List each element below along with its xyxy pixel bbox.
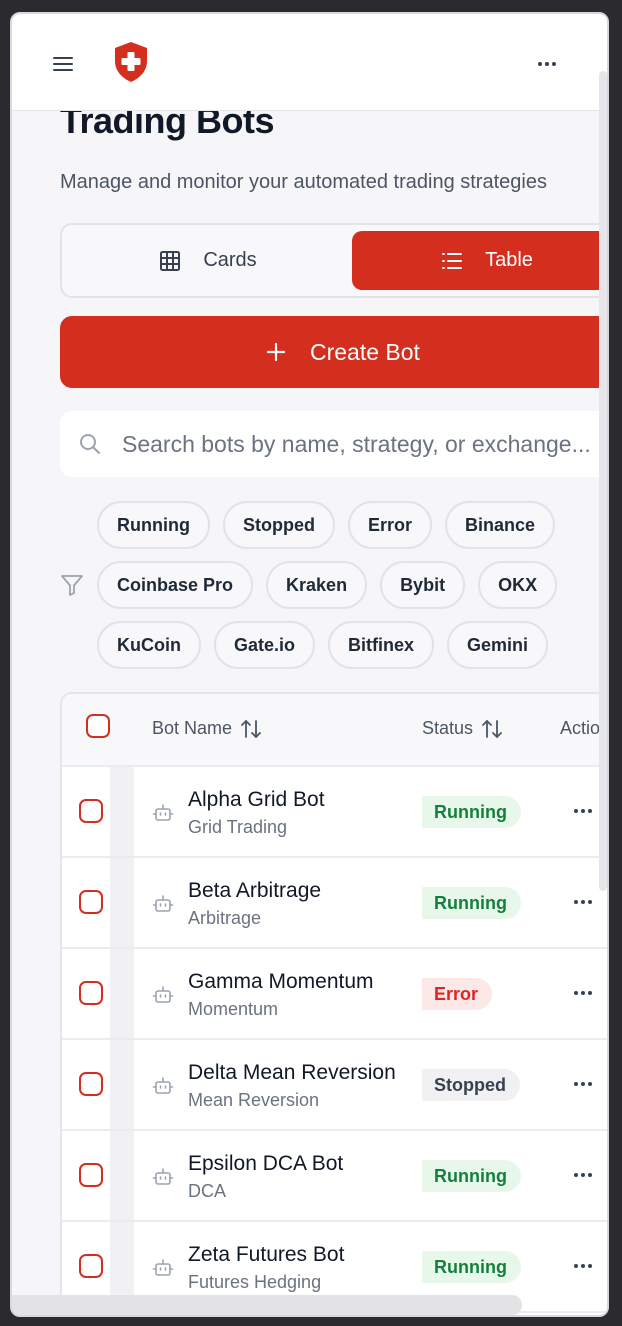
filter-chip-gate-io[interactable]: Gate.io: [213, 621, 315, 669]
bot-strategy: Futures Hedging: [188, 1272, 322, 1292]
filter-chip-row: KuCoin Gate.io Bitfinex Gemini: [97, 621, 577, 669]
tab-cards-label: Cards: [203, 249, 257, 271]
row-checkbox[interactable]: [79, 981, 103, 1005]
table-row[interactable]: Epsilon DCA Bot DCA Running: [62, 1131, 607, 1222]
filter-chip-row: Running Stopped Error Binance: [97, 501, 577, 549]
bot-strategy: Mean Reversion: [188, 1090, 320, 1110]
horizontal-scrollbar[interactable]: [12, 1295, 522, 1315]
table-header: Bot Name Status Actions: [62, 694, 607, 767]
row-checkbox[interactable]: [79, 799, 103, 823]
filter-icon: [61, 575, 83, 596]
bot-icon: [152, 895, 174, 912]
list-icon: [442, 252, 463, 269]
search-icon: [80, 434, 100, 454]
column-header-status-label: Status: [422, 718, 474, 738]
filter-chip-coinbase-pro[interactable]: Coinbase Pro: [97, 561, 254, 609]
filter-chips: Running Stopped Error Binance Coinbase P…: [97, 501, 577, 681]
bot-name[interactable]: Zeta Futures Bot: [188, 1243, 344, 1267]
column-header-name-label: Bot Name: [152, 718, 233, 738]
filter-chip-kucoin[interactable]: KuCoin: [97, 621, 201, 669]
row-actions-icon[interactable]: [572, 1074, 594, 1094]
row-actions-icon[interactable]: [572, 983, 594, 1003]
status-badge: Running: [422, 1160, 521, 1192]
bot-icon: [152, 1259, 174, 1276]
status-badge: Running: [422, 887, 521, 919]
plus-icon: [266, 342, 286, 362]
column-header-name[interactable]: Bot Name: [152, 718, 262, 739]
filter-chip-row: Coinbase Pro Kraken Bybit OKX: [97, 561, 577, 609]
table-row[interactable]: Beta Arbitrage Arbitrage Running: [62, 858, 607, 949]
filter-chip-kraken[interactable]: Kraken: [266, 561, 368, 609]
filter-chip-bitfinex[interactable]: Bitfinex: [328, 621, 435, 669]
more-horizontal-icon[interactable]: [536, 54, 558, 74]
bots-table: Bot Name Status Actions Alpha Grid Bo: [60, 692, 607, 1315]
table-row[interactable]: Delta Mean Reversion Mean Reversion Stoppe…: [62, 1040, 607, 1131]
bot-icon: [152, 1168, 174, 1185]
create-bot-button[interactable]: Create Bot: [60, 316, 607, 388]
bot-strategy: DCA: [188, 1181, 227, 1201]
bot-strategy: Momentum: [188, 999, 279, 1019]
filter-chip-error[interactable]: Error: [347, 501, 432, 549]
page-subtitle: Manage and monitor your automated tradin…: [60, 171, 547, 193]
table-row[interactable]: Alpha Grid Bot Grid Trading Running: [62, 767, 607, 858]
select-all-checkbox[interactable]: [86, 714, 110, 738]
filter-chip-running[interactable]: Running: [97, 501, 210, 549]
grid-icon: [160, 250, 181, 271]
bot-name[interactable]: Epsilon DCA Bot: [188, 1152, 343, 1176]
search-input[interactable]: [122, 430, 602, 458]
sort-icon: [241, 719, 261, 738]
sort-icon: [482, 719, 502, 738]
filter-chip-stopped[interactable]: Stopped: [222, 501, 335, 549]
bot-name[interactable]: Gamma Momentum: [188, 970, 374, 994]
row-checkbox[interactable]: [79, 1163, 103, 1187]
vertical-scrollbar[interactable]: [599, 71, 607, 891]
main-content: Trading Bots Manage and monitor your aut…: [12, 14, 607, 1315]
table-row[interactable]: Gamma Momentum Momentum Error: [62, 949, 607, 1040]
row-actions-icon[interactable]: [572, 1165, 594, 1185]
row-actions-icon[interactable]: [572, 892, 594, 912]
tab-table[interactable]: Table: [352, 231, 607, 290]
view-toggle: Cards Table: [60, 223, 607, 298]
tab-table-label: Table: [485, 249, 533, 271]
column-header-status[interactable]: Status: [422, 718, 503, 739]
row-checkbox[interactable]: [79, 1072, 103, 1096]
create-bot-label: Create Bot: [310, 338, 420, 365]
top-bar: [12, 14, 607, 111]
bot-name[interactable]: Beta Arbitrage: [188, 879, 321, 903]
bot-name[interactable]: Alpha Grid Bot: [188, 788, 325, 812]
menu-icon[interactable]: [52, 53, 74, 75]
tab-cards[interactable]: Cards: [68, 231, 348, 290]
bot-strategy: Grid Trading: [188, 817, 288, 837]
row-actions-icon[interactable]: [572, 801, 594, 821]
status-badge: Running: [422, 1251, 521, 1283]
filter-chip-bybit[interactable]: Bybit: [380, 561, 466, 609]
row-checkbox[interactable]: [79, 890, 103, 914]
search-box[interactable]: [60, 411, 607, 477]
status-badge: Stopped: [422, 1069, 520, 1101]
shield-cross-icon[interactable]: [112, 41, 150, 83]
row-actions-icon[interactable]: [572, 1256, 594, 1276]
status-badge: Error: [422, 978, 493, 1010]
bot-icon: [152, 804, 174, 821]
bot-icon: [152, 986, 174, 1003]
bot-icon: [152, 1077, 174, 1094]
row-checkbox[interactable]: [79, 1254, 103, 1278]
status-badge: Running: [422, 796, 521, 828]
filter-chip-binance[interactable]: Binance: [445, 501, 556, 549]
bot-name[interactable]: Delta Mean Reversion: [188, 1061, 396, 1085]
filter-chip-gemini[interactable]: Gemini: [447, 621, 549, 669]
app-window: Trading Bots Manage and monitor your aut…: [10, 12, 609, 1317]
bot-strategy: Arbitrage: [188, 908, 262, 928]
filter-chip-okx[interactable]: OKX: [478, 561, 558, 609]
